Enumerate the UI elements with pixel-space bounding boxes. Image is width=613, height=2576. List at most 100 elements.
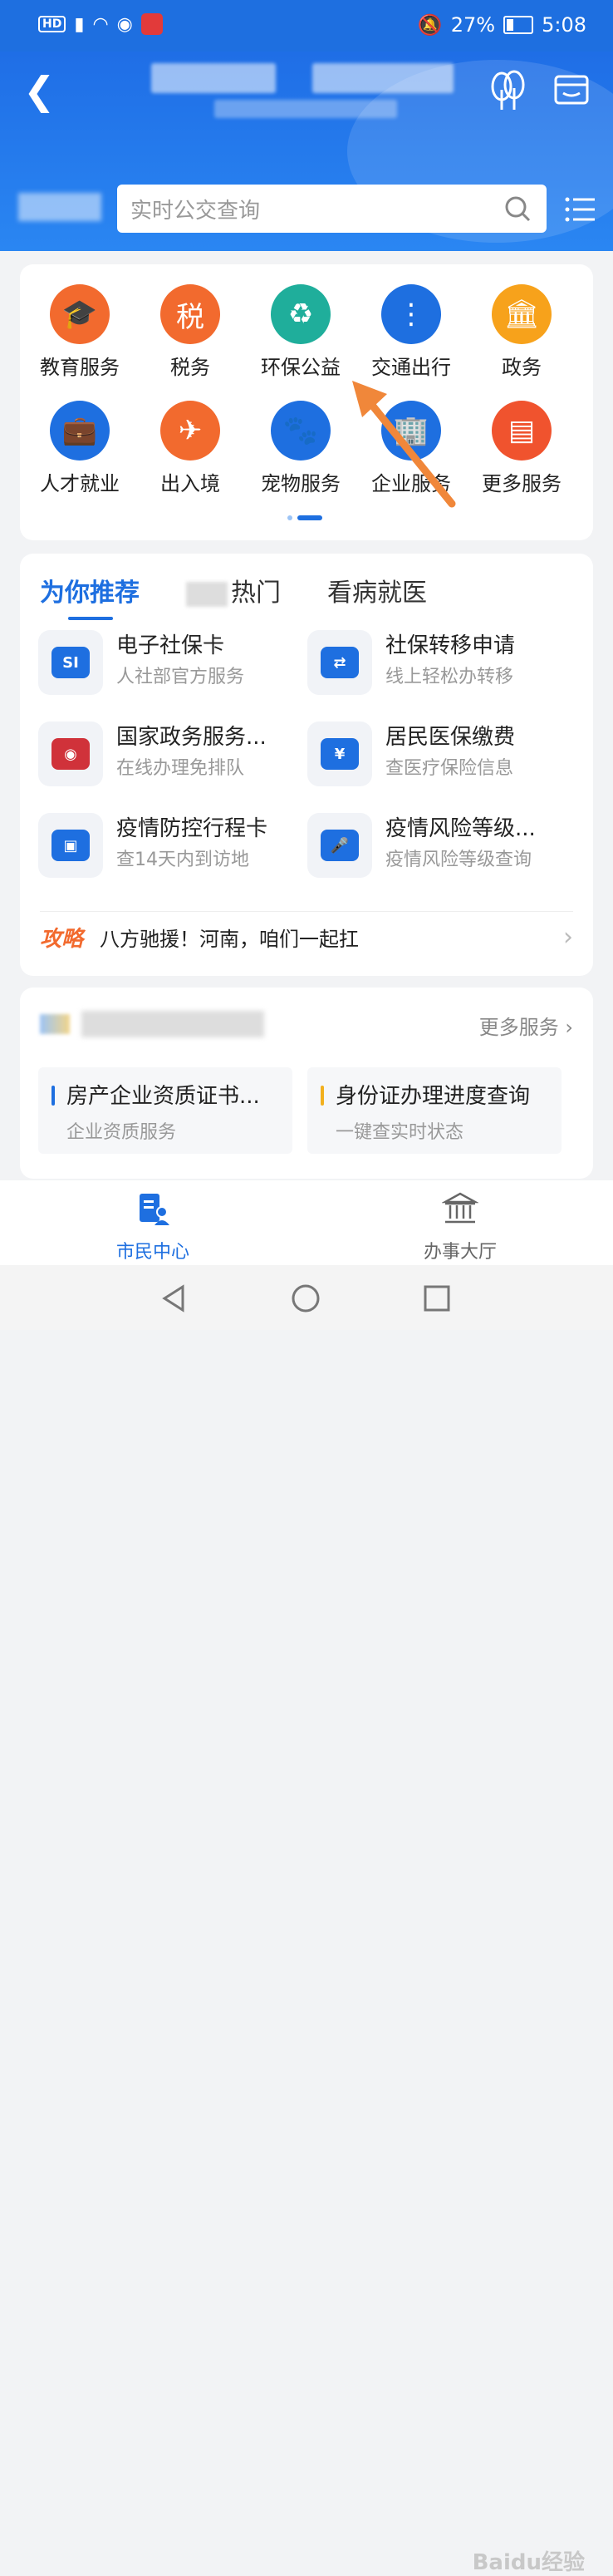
wallet-icon[interactable] — [553, 71, 590, 108]
grid-item-label: 人才就业 — [40, 472, 120, 495]
tab-hot-label: 热门 — [231, 579, 281, 608]
grid-item-label: 环保公益 — [261, 356, 341, 379]
grid-item-label: 政务 — [502, 356, 542, 379]
recommend-item[interactable]: 🎤 疫情风险等级... 疫情风险等级查询 — [307, 810, 573, 878]
graduation-cap-icon: 🎓 — [50, 284, 110, 344]
recommend-item[interactable]: ¥ 居民医保缴费 查医疗保险信息 — [307, 718, 573, 786]
recommend-item-subtitle: 人社部官方服务 — [116, 667, 245, 687]
page-indicator — [287, 515, 322, 520]
search-placeholder[interactable]: 实时公交查询 — [130, 194, 503, 224]
service-tile[interactable]: 身份证办理进度查询一键查实时状态 — [307, 1067, 562, 1154]
tile-subtitle: 企业资质服务 — [66, 1122, 177, 1143]
baidu-watermark: Baidu经验 — [472, 2550, 585, 2575]
grid-item-label: 宠物服务 — [261, 472, 341, 495]
transfer-search-icon: ⇄ — [307, 630, 372, 695]
tab-hot[interactable]: 热门 — [186, 572, 281, 608]
recommend-item-subtitle: 查医疗保险信息 — [385, 758, 514, 779]
blurred-title — [151, 63, 276, 93]
clock: 5:08 — [542, 13, 586, 37]
back-icon[interactable]: ❮ — [23, 71, 56, 110]
recommend-item-subtitle: 疫情风险等级查询 — [385, 850, 532, 870]
hd-icon: HD — [38, 16, 66, 32]
recommend-item-title: 国家政务服务... — [116, 725, 267, 750]
blurred-section-icon — [40, 1014, 70, 1034]
government-building-icon: 🏛 — [492, 284, 552, 344]
grid-item[interactable]: ✈ 出入境 — [140, 401, 240, 496]
tile-accent-bar — [321, 1086, 324, 1106]
guide-text: 八方驰援！河南，咱们一起扛 — [100, 927, 360, 951]
system-navigation-bar: Baidu经验 — [0, 1265, 613, 2575]
tile-title: 身份证办理进度查询 — [336, 1084, 531, 1109]
recommend-item-subtitle: 线上轻松办转移 — [385, 667, 514, 687]
eye-icon: ◉ — [116, 13, 133, 35]
page-dot — [287, 515, 292, 520]
nav-service-hall-label: 办事大厅 — [423, 1242, 497, 1263]
more-services-link[interactable]: 更多服务 › — [479, 1011, 573, 1040]
recommend-item[interactable]: ⇄ 社保转移申请 线上轻松办转移 — [307, 627, 573, 695]
more-services-header: 更多服务 › — [40, 1007, 573, 1044]
travel-card-icon: ▣ — [38, 813, 103, 878]
grid-item-label: 交通出行 — [371, 356, 451, 379]
app-header: ❮ 实时公交查询 — [0, 52, 613, 251]
nav-citizen-center[interactable]: 市民中心 — [86, 1190, 219, 1263]
tax-icon: 税 — [160, 284, 220, 344]
guide-row[interactable]: 攻略 八方驰援！河南，咱们一起扛 › — [40, 911, 573, 962]
battery-percent: 27% — [450, 13, 496, 37]
annotation-arrow — [352, 381, 456, 508]
grid-item-label: 税务 — [170, 356, 210, 379]
service-tile[interactable]: 房产企业资质证书... 企业资质服务 — [38, 1067, 292, 1154]
recommend-item[interactable]: SI 电子社保卡 人社部官方服务 — [38, 627, 304, 695]
app-notification-icon — [140, 13, 163, 35]
status-icons-right: 🔕 27% 5:08 — [418, 13, 586, 37]
tile-subtitle: 一键查实时状态 — [336, 1122, 464, 1143]
tree-icon[interactable] — [487, 70, 528, 111]
recommend-item-title: 疫情防控行程卡 — [116, 816, 268, 841]
service-hall-icon — [441, 1192, 479, 1224]
grid-item[interactable]: 🐾 宠物服务 — [251, 401, 351, 496]
service-category-grid: 🎓 教育服务税税务 ♻ 环保公益 ⋮ 交通出行 🏛 政务 💼 人才就业 ✈ 出入境 🐾 宠物服务 🏢 企业服务… — [20, 264, 593, 540]
battery-icon — [503, 16, 534, 34]
blurred-city-selector[interactable] — [18, 193, 101, 221]
wifi-icon: ◠ — [92, 13, 109, 35]
guide-tag: 攻略 — [40, 926, 84, 952]
blurred-title-2 — [312, 63, 454, 93]
traffic-light-icon: ⋮ — [381, 284, 441, 344]
blurred-section-title — [81, 1011, 264, 1037]
grid-item-label: 更多服务 — [482, 472, 562, 495]
system-recents-icon[interactable] — [422, 1283, 452, 1313]
blurred-subtitle — [214, 100, 397, 118]
nav-service-hall[interactable]: 办事大厅 — [394, 1190, 527, 1263]
citizen-center-icon — [140, 1194, 169, 1225]
recommend-item-subtitle: 查14天内到访地 — [116, 850, 249, 870]
box-icon: ▤ — [492, 401, 552, 461]
recommend-item[interactable]: ▣ 疫情防控行程卡查14天内到访地 — [38, 810, 304, 878]
tab-medical[interactable]: 看病就医 — [327, 572, 427, 608]
status-bar: HD ▮ ◠ ◉ 🔕 27% 5:08 — [0, 0, 613, 52]
menu-list-icon[interactable] — [565, 196, 595, 223]
system-back-icon[interactable] — [159, 1283, 189, 1313]
bottom-navigation: 市民中心 办事大厅 — [0, 1180, 613, 1265]
grid-item[interactable]: ▤ 更多服务 — [472, 401, 571, 496]
grid-item[interactable]: 💼 人才就业 — [30, 401, 130, 496]
airplane-icon: ✈ — [160, 401, 220, 461]
search-icon[interactable] — [503, 195, 532, 223]
grid-item[interactable]: ♻ 环保公益 — [251, 284, 351, 380]
grid-item[interactable]: 税税务 — [140, 284, 240, 380]
signal-icon: ▮ — [74, 13, 85, 35]
grid-item[interactable]: 🎓 教育服务 — [30, 284, 130, 380]
search-bar[interactable]: 实时公交查询 — [117, 185, 547, 233]
recommend-card: 为你推荐 热门 看病就医 SI 电子社保卡 人社部官方服务 ⇄ 社保转移申请 线上轻松办转… — [20, 554, 593, 976]
tab-recommend[interactable]: 为你推荐 — [40, 572, 140, 620]
recommend-item[interactable]: ◉ 国家政务服务... 在线办理免排队 — [38, 718, 304, 786]
mute-bell-icon: 🔕 — [417, 13, 443, 37]
nav-citizen-center-label: 市民中心 — [115, 1242, 189, 1263]
social-security-card-icon: SI — [38, 630, 103, 695]
more-services-card: 更多服务 › 房产企业资质证书... 企业资质服务 身份证办理进度查询一键查实时状态 — [20, 988, 593, 1179]
tile-title: 房产企业资质证书... — [66, 1084, 260, 1109]
grid-item[interactable]: ⋮ 交通出行 — [361, 284, 461, 380]
briefcase-icon: 💼 — [50, 401, 110, 461]
system-home-icon[interactable] — [291, 1283, 321, 1313]
medical-insurance-icon: ¥ — [307, 722, 372, 786]
grid-item[interactable]: 🏛 政务 — [472, 284, 571, 380]
status-icons-left: HD ▮ ◠ ◉ — [38, 13, 163, 35]
